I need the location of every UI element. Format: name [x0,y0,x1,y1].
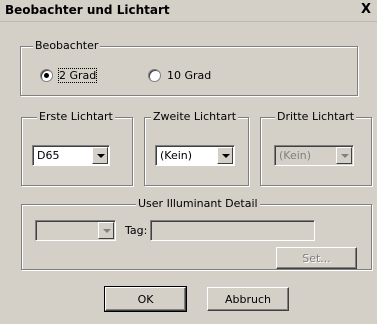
third-illuminant-legend: Dritte Lichtart [275,110,357,123]
first-illuminant-legend: Erste Lichtart [37,110,115,123]
window-title: Beobachter und Lichtart [5,3,170,17]
second-illuminant-group: Zweite Lichtart (Kein) [144,110,249,186]
chevron-down-icon [341,154,349,158]
third-illuminant-select: (Kein) [274,145,354,166]
radio-10-grad-dot[interactable] [148,69,161,82]
user-illuminant-group: User Illuminant Detail Tag: Set... [21,197,372,270]
first-illuminant-value: D65 [37,149,60,162]
radio-2-grad-label: 2 Grad [57,68,98,83]
dialog-window: Beobachter und Lichtart X Beobachter 2 G… [0,0,377,324]
cancel-button-label: Abbruch [224,293,271,306]
chevron-down-icon [97,154,105,158]
user-illuminant-select [35,220,116,241]
third-illuminant-value: (Kein) [279,149,312,162]
second-illuminant-dropdown-button[interactable] [217,147,233,164]
first-illuminant-group: Erste Lichtart D65 [21,110,133,186]
set-button: Set... [276,247,357,269]
observer-group: Beobachter 2 Grad 10 Grad [20,39,358,96]
ok-button[interactable]: OK [104,286,187,312]
radio-2-grad[interactable]: 2 Grad [40,68,98,83]
radio-10-grad[interactable]: 10 Grad [148,69,211,82]
chevron-down-icon [103,229,111,233]
third-illuminant-group: Dritte Lichtart (Kein) [260,110,372,186]
first-illuminant-select[interactable]: D65 [32,145,110,166]
radio-10-grad-label: 10 Grad [167,69,212,82]
radio-2-grad-dot[interactable] [40,69,53,82]
second-illuminant-select[interactable]: (Kein) [155,145,235,166]
close-button[interactable]: X [359,1,373,18]
observer-legend: Beobachter [33,39,101,52]
ok-button-label: OK [137,293,154,306]
set-button-label: Set... [302,252,331,265]
third-illuminant-dropdown-button [336,147,352,164]
tag-label: Tag: [125,224,148,237]
cancel-button[interactable]: Abbruch [207,287,289,311]
second-illuminant-value: (Kein) [160,149,193,162]
second-illuminant-legend: Zweite Lichtart [151,110,239,123]
chevron-down-icon [222,154,230,158]
tag-input [150,220,315,241]
title-bar: Beobachter und Lichtart X [0,0,377,22]
user-illuminant-dropdown-button [98,222,114,239]
first-illuminant-dropdown-button[interactable] [92,147,108,164]
user-illuminant-legend: User Illuminant Detail [136,197,260,210]
